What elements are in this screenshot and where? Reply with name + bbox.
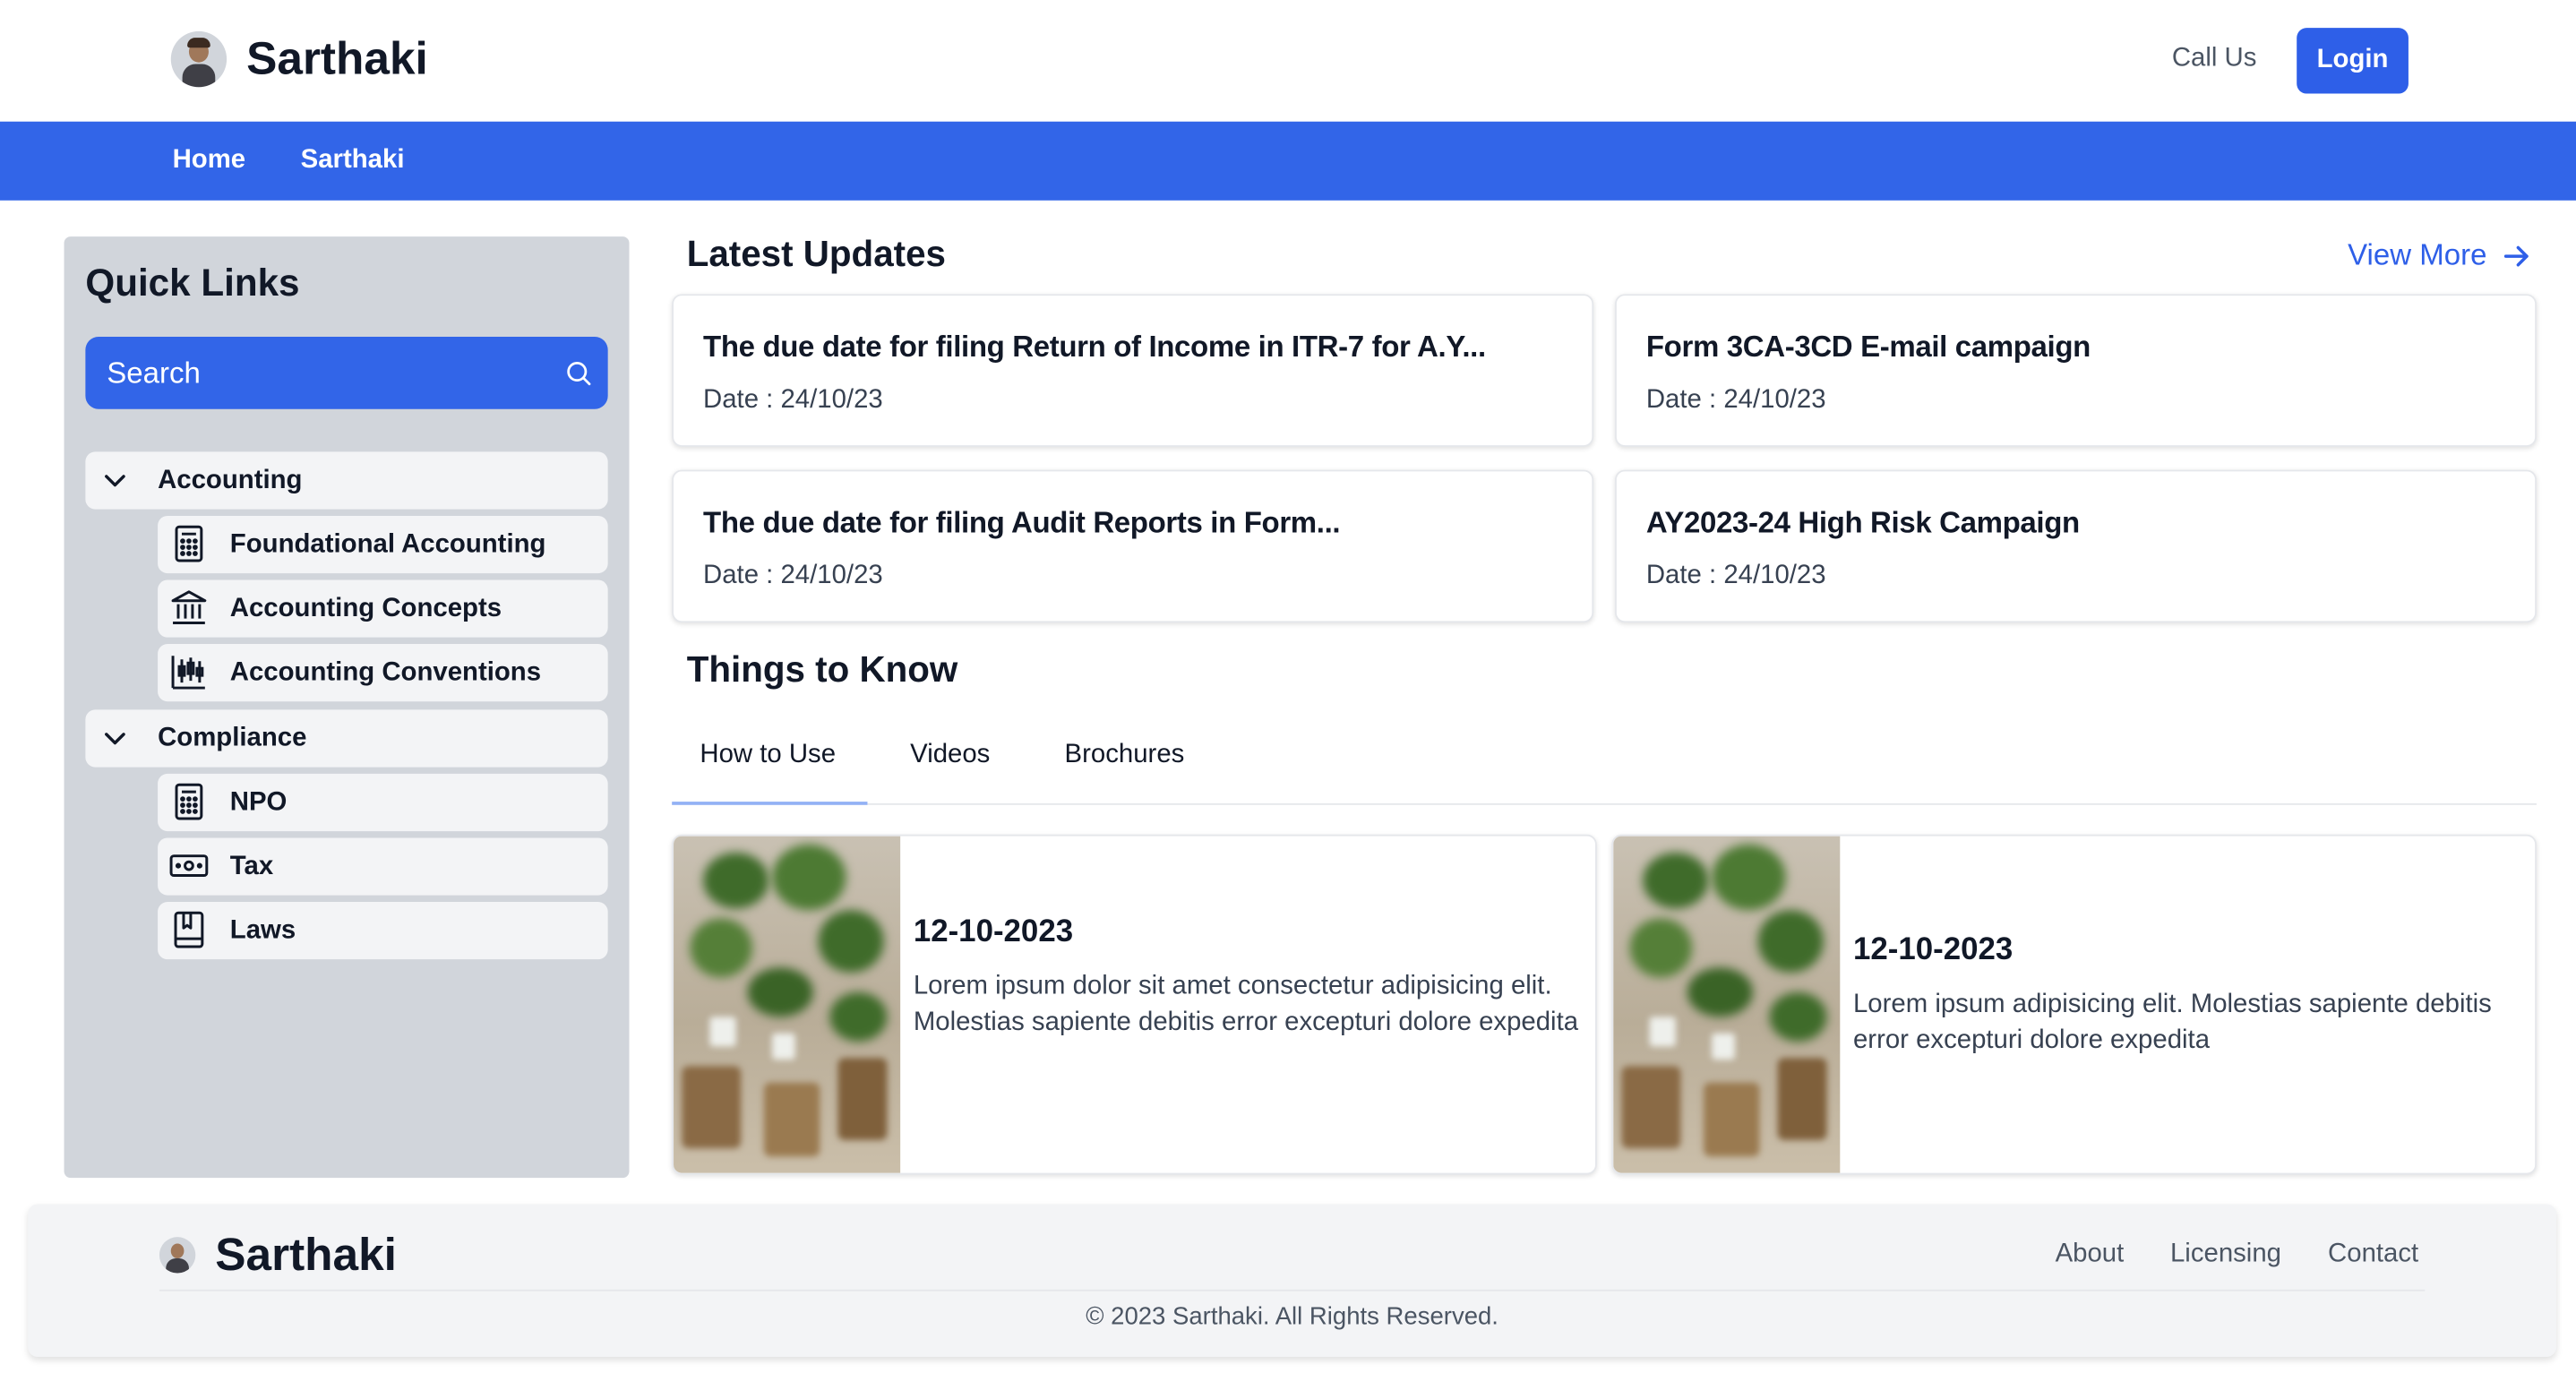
quick-links-sidebar: Quick Links Search Accounting Foundation…: [64, 236, 630, 1179]
quick-links-title: Quick Links: [85, 261, 300, 305]
footer-brand[interactable]: Sarthaki: [159, 1229, 397, 1282]
brand[interactable]: Sarthaki: [170, 30, 428, 88]
sidebar-item-npo[interactable]: NPO: [158, 773, 608, 832]
login-button[interactable]: Login: [2297, 28, 2409, 94]
chevron-down-icon: [105, 733, 125, 745]
update-card-date: Date : 24/10/23: [1645, 386, 1826, 415]
sidebar-item-label: Tax: [229, 852, 274, 881]
tab-how-to-use[interactable]: How to Use: [700, 741, 836, 770]
sidebar-item-foundational-accounting[interactable]: Foundational Accounting: [158, 515, 608, 574]
update-card[interactable]: Form 3CA-3CD E-mail campaign Date : 24/1…: [1615, 294, 2537, 447]
cash-icon: [169, 854, 209, 878]
book-icon: [174, 911, 204, 948]
main-nav: Home Sarthaki: [0, 121, 2576, 201]
view-more-label: View More: [2348, 237, 2487, 271]
top-header: Sarthaki Call Us Login: [0, 0, 2576, 122]
footer-brand-name: Sarthaki: [215, 1228, 397, 1280]
chevron-down-icon: [105, 475, 125, 487]
update-card-date: Date : 24/10/23: [703, 562, 883, 590]
update-card-title: The due date for filing Return of Income…: [703, 330, 1486, 364]
update-card-title: Form 3CA-3CD E-mail campaign: [1645, 330, 2091, 364]
tab-videos[interactable]: Videos: [910, 741, 990, 770]
calculator-icon: [175, 525, 203, 562]
arrow-right-icon: [2503, 245, 2529, 266]
avatar: [159, 1237, 196, 1274]
sidebar-item-accounting-conventions[interactable]: Accounting Conventions: [158, 644, 608, 702]
plant-thumbnail-image: [674, 836, 901, 1173]
plant-thumbnail-image: [1613, 836, 1841, 1173]
update-card-date: Date : 24/10/23: [1645, 562, 1826, 590]
footer-link-about[interactable]: About: [2056, 1240, 2125, 1270]
media-card[interactable]: 12-10-2023 Lorem ipsum dolor sit amet co…: [672, 834, 1597, 1175]
brand-name: Sarthaki: [246, 32, 428, 84]
avatar: [170, 30, 228, 88]
group-label: Compliance: [158, 724, 307, 753]
update-card[interactable]: The due date for filing Audit Reports in…: [672, 469, 1594, 623]
update-card-title: The due date for filing Audit Reports in…: [703, 505, 1341, 539]
tab-bar: How to Use Videos Brochures: [672, 723, 2537, 805]
footer-divider: [159, 1289, 2426, 1291]
things-to-know-title: Things to Know: [686, 648, 958, 691]
update-card[interactable]: The due date for filing Return of Income…: [672, 294, 1594, 447]
search-icon[interactable]: [563, 358, 593, 388]
sidebar-item-label: Accounting Concepts: [229, 594, 502, 623]
media-card-text: Lorem ipsum adipisicing elit. Molestias …: [1852, 991, 2492, 1055]
group-accounting[interactable]: Accounting: [85, 451, 608, 510]
media-card[interactable]: 12-10-2023 Lorem ipsum adipisicing elit.…: [1611, 834, 2537, 1175]
sidebar-item-tax[interactable]: Tax: [158, 837, 608, 896]
update-card[interactable]: AY2023-24 High Risk Campaign Date : 24/1…: [1615, 469, 2537, 623]
active-tab-indicator: [672, 802, 868, 805]
update-card-title: AY2023-24 High Risk Campaign: [1645, 505, 2080, 539]
calculator-icon: [175, 783, 203, 820]
media-card-date: 12-10-2023: [913, 914, 1074, 950]
bank-icon: [171, 590, 207, 625]
sidebar-item-label: NPO: [229, 788, 288, 817]
footer-link-licensing[interactable]: Licensing: [2170, 1240, 2281, 1270]
view-more-link[interactable]: View More: [2348, 238, 2533, 273]
search-input[interactable]: Search: [85, 337, 608, 409]
sidebar-item-laws[interactable]: Laws: [158, 901, 608, 960]
latest-updates-title: Latest Updates: [686, 233, 946, 275]
sidebar-item-label: Laws: [229, 916, 296, 945]
call-us-link[interactable]: Call Us: [2172, 45, 2257, 74]
nav-item-sarthaki[interactable]: Sarthaki: [301, 146, 405, 176]
group-compliance[interactable]: Compliance: [85, 709, 608, 768]
tab-brochures[interactable]: Brochures: [1065, 741, 1185, 770]
copyright-text: © 2023 Sarthaki. All Rights Reserved.: [1086, 1302, 1498, 1331]
footer-link-contact[interactable]: Contact: [2328, 1240, 2418, 1270]
media-card-date: 12-10-2023: [1852, 932, 2014, 968]
candlestick-chart-icon: [171, 656, 205, 690]
group-label: Accounting: [158, 466, 303, 495]
search-placeholder: Search: [107, 356, 201, 390]
sidebar-item-label: Foundational Accounting: [229, 530, 546, 559]
update-card-date: Date : 24/10/23: [703, 386, 883, 415]
sidebar-item-label: Accounting Conventions: [229, 658, 542, 687]
nav-item-home[interactable]: Home: [173, 146, 246, 176]
sidebar-item-accounting-concepts[interactable]: Accounting Concepts: [158, 579, 608, 638]
footer: Sarthaki About Licensing Contact © 2023 …: [28, 1204, 2557, 1358]
media-card-text: Lorem ipsum dolor sit amet consectetur a…: [913, 972, 1579, 1037]
